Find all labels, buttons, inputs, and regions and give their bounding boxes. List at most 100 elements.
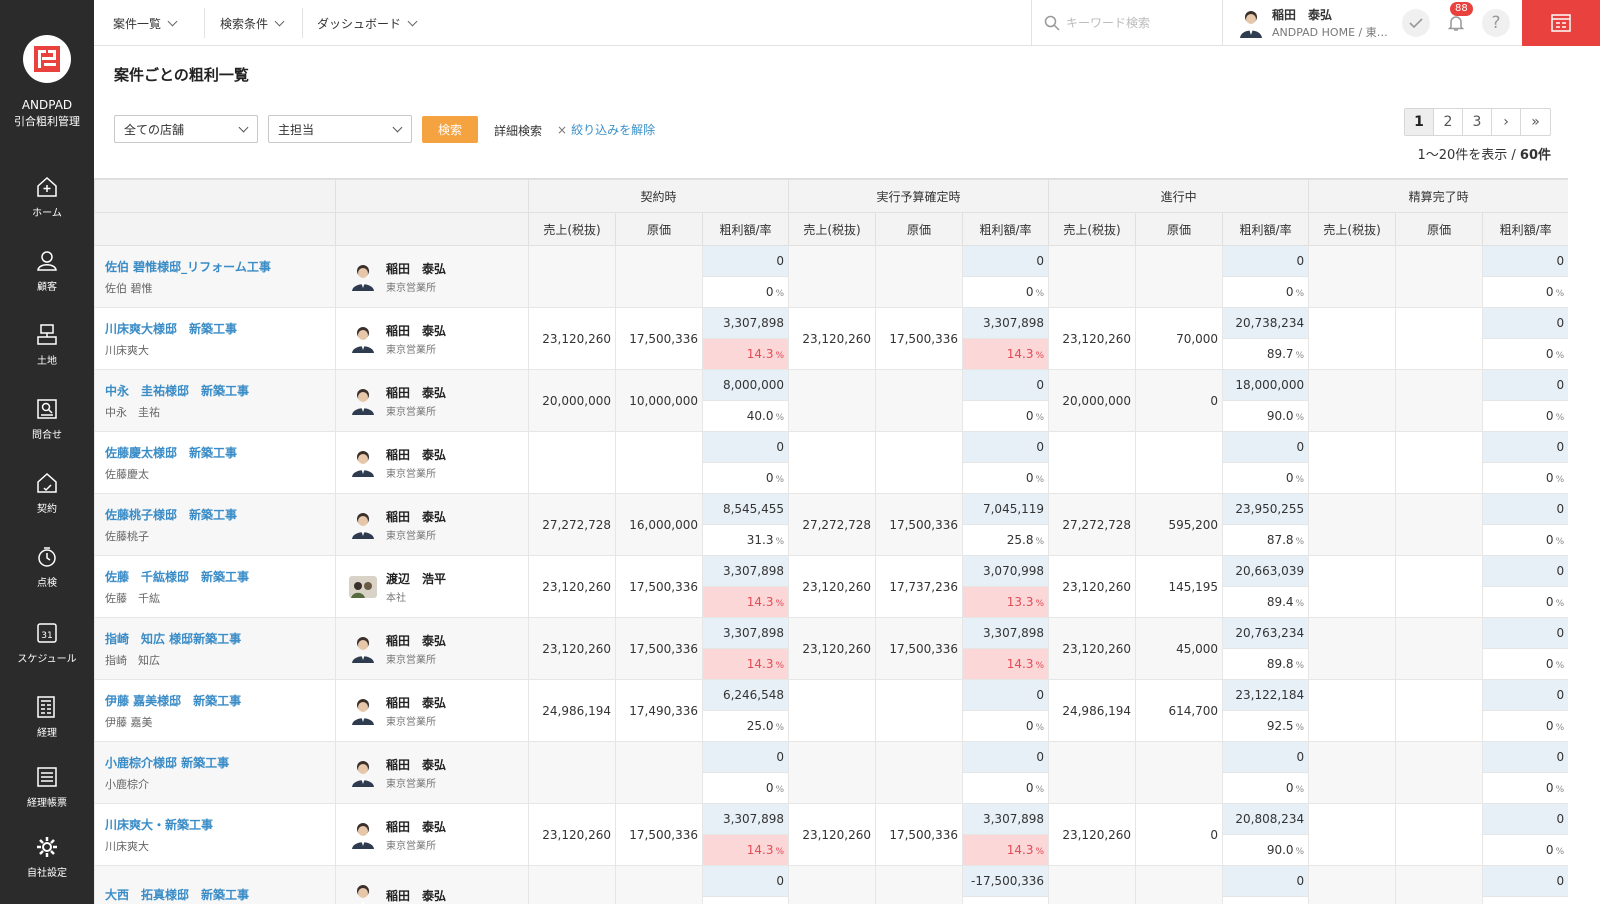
owner-select[interactable]: 主担当 [268, 115, 412, 143]
calendar-day-text: 31 [41, 631, 52, 641]
sales-cell [788, 245, 877, 308]
inspection-icon [38, 547, 56, 567]
user-company: ANDPAD HOME / 東… [1272, 26, 1388, 39]
user-name: 稲田 泰弘 [1272, 8, 1333, 22]
search-input[interactable] [1066, 16, 1206, 30]
sidebar-item-home[interactable]: ホーム [0, 175, 94, 245]
user-menu[interactable]: 稲田 泰弘 ANDPAD HOME / 東… [1238, 0, 1388, 46]
help-button[interactable]: ? [1482, 9, 1510, 37]
sidebar-item-inspection[interactable]: 点検 [0, 545, 94, 615]
customer-name: 佐藤桃子 [105, 529, 149, 543]
sales-cell: 20,000,000 [1048, 369, 1137, 432]
menu-project-list[interactable]: 案件一覧 [113, 0, 178, 46]
project-link[interactable]: 中永 圭祐様邸 新築工事 [105, 382, 331, 399]
sales-cell: 27,272,728 [528, 493, 616, 556]
percent-sign: % [1555, 599, 1565, 609]
sidebar-item-settings[interactable]: 自社設定 [0, 835, 94, 904]
gross-profit-cell: 6,246,548 [701, 679, 790, 711]
gross-profit-cell: 3,307,898 [962, 307, 1050, 339]
cost-cell [1395, 803, 1484, 866]
andpad-logo[interactable] [23, 35, 71, 83]
avatar [1238, 8, 1264, 38]
contract-icon [37, 472, 57, 493]
gross-rate-cell: 25.0% [701, 710, 790, 742]
rate-value: 31.3 [746, 533, 774, 547]
sidebar-item-customer[interactable]: 顧客 [0, 249, 94, 319]
sidebar-item-reports[interactable]: 経理帳票 [0, 765, 94, 835]
rate-value: 0 [765, 285, 774, 299]
gross-rate-cell: 0% [1482, 338, 1568, 370]
customer-name: 小鹿棕介 [105, 777, 149, 791]
detail-search-link[interactable]: 詳細検索 [494, 122, 542, 139]
report-icon [37, 767, 57, 787]
sidebar-item-accounting[interactable]: 経理 [0, 695, 94, 765]
project-link[interactable]: 小鹿棕介様邸 新築工事 [105, 754, 331, 771]
last-page-button[interactable]: » [1521, 109, 1550, 135]
gross-profit-cell: 3,307,898 [962, 803, 1050, 835]
sidebar-item-inquiry[interactable]: 問合せ [0, 397, 94, 467]
sidebar-item-schedule[interactable]: 31 スケジュール [0, 621, 94, 691]
notification-badge: 88 [1450, 2, 1473, 16]
search-button[interactable]: 検索 [422, 116, 478, 143]
page-button-2[interactable]: 2 [1434, 109, 1463, 135]
menu-dashboard[interactable]: ダッシュボード [317, 0, 418, 46]
accounting-icon [37, 696, 55, 718]
gross-rate-cell: 0% [1222, 772, 1310, 804]
rate-value: 0 [765, 781, 774, 795]
project-link[interactable]: 指崎 知広 様邸新築工事 [105, 630, 331, 647]
gross-profit-cell: 0 [701, 245, 790, 277]
sidebar-item-land[interactable]: 土地 [0, 323, 94, 393]
percent-sign: % [1295, 723, 1305, 733]
search-icon [1044, 15, 1060, 31]
sales-cell [788, 431, 877, 494]
page-button-1[interactable]: 1 [1405, 109, 1434, 135]
gross-profit-cell: 3,307,898 [701, 555, 790, 587]
employee-office: 東京営業所 [386, 654, 436, 666]
store-select-value: 全ての店舗 [124, 122, 185, 137]
percent-sign: % [1555, 661, 1565, 671]
menu-label: ダッシュボード [317, 16, 402, 31]
percent-sign: % [1555, 723, 1565, 733]
sales-cell: 23,120,260 [1048, 617, 1137, 680]
percent-sign: % [775, 289, 785, 299]
sales-cell [788, 741, 877, 804]
project-link[interactable]: 大西 拓真様邸 新築工事 [105, 886, 331, 903]
column-header-gross-profit: 粗利額/率 [962, 212, 1050, 246]
check-button[interactable] [1402, 9, 1430, 37]
gross-rate-cell: 0% [962, 400, 1050, 432]
gross-rate-cell: 0% [1482, 276, 1568, 308]
store-select[interactable]: 全ての店舗 [114, 115, 258, 143]
employee-office: 東京営業所 [386, 840, 436, 852]
project-link[interactable]: 佐藤 千紘様邸 新築工事 [105, 568, 331, 585]
gross-profit-cell: 0 [1482, 617, 1568, 649]
gross-profit-cell: 0 [701, 741, 790, 773]
page-button-3[interactable]: 3 [1463, 109, 1492, 135]
avatar [348, 635, 378, 663]
avatar [348, 883, 378, 904]
app-switcher-button[interactable] [1522, 0, 1600, 46]
pagination: 1 2 3 › » [1404, 108, 1551, 136]
percent-sign: % [1035, 723, 1045, 733]
sidebar-item-contract[interactable]: 契約 [0, 471, 94, 541]
project-link[interactable]: 伊藤 嘉美様邸 新築工事 [105, 692, 331, 709]
project-link[interactable]: 佐伯 碧惟様邸_リフォーム工事 [105, 258, 331, 275]
percent-sign: % [1555, 351, 1565, 361]
header-sub-row: 売上(税抜) 原価 粗利額/率 売上(税抜) 原価 粗利額/率 売上(税抜) 原… [94, 212, 1568, 246]
next-page-button[interactable]: › [1492, 109, 1521, 135]
customer-name: 佐藤慶太 [105, 467, 149, 481]
sales-cell [1308, 679, 1397, 742]
sales-cell: 24,986,194 [1048, 679, 1137, 742]
result-count-range: 1〜20件を表示 / [1417, 148, 1520, 163]
project-link[interactable]: 川床爽大様邸 新築工事 [105, 320, 331, 337]
clear-filter-link[interactable]: × 絞り込みを解除 [557, 121, 655, 138]
gross-rate-cell: 87.8% [1222, 524, 1310, 556]
divider [302, 8, 303, 38]
project-link[interactable]: 川床爽大・新築工事 [105, 816, 331, 833]
menu-search-conditions[interactable]: 検索条件 [220, 0, 285, 46]
sales-cell: 23,120,260 [788, 803, 877, 866]
project-link[interactable]: 佐藤桃子様邸 新築工事 [105, 506, 331, 523]
project-cell: 伊藤 嘉美様邸 新築工事 伊藤 嘉美 [94, 679, 336, 742]
gross-profit-cell: 20,808,234 [1222, 803, 1310, 835]
project-cell: 佐藤慶太様邸 新築工事 佐藤慶太 [94, 431, 336, 494]
project-link[interactable]: 佐藤慶太様邸 新築工事 [105, 444, 331, 461]
